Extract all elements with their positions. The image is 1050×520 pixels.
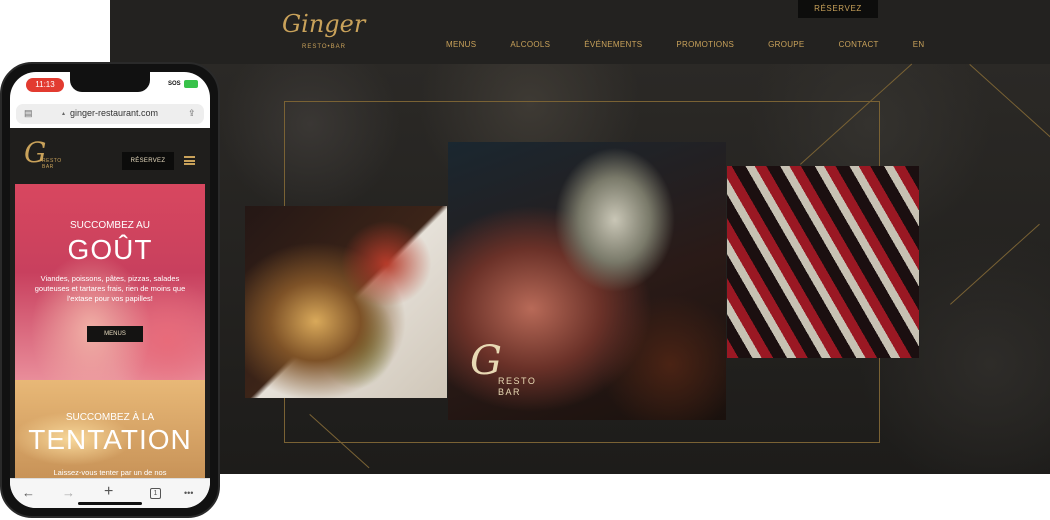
nav-item-contact[interactable]: CONTACT xyxy=(839,40,879,49)
nav-item-menus[interactable]: MENUS xyxy=(446,40,476,49)
sos-indicator: SOS xyxy=(168,81,181,87)
new-tab-icon[interactable]: + xyxy=(104,483,113,501)
photo-logo-line2: BAR xyxy=(498,387,522,397)
logo-subtitle: RESTO•BAR xyxy=(302,44,346,50)
hamburger-menu-icon[interactable] xyxy=(184,156,195,165)
site-logo[interactable]: Ginger RESTO•BAR xyxy=(282,10,366,54)
food-photo xyxy=(245,206,447,398)
language-toggle[interactable]: EN xyxy=(913,40,925,49)
cocktail-photo: G RESTO BAR xyxy=(448,142,726,420)
phone-notch xyxy=(70,72,150,92)
desktop-navbar: Ginger RESTO•BAR RÉSERVEZ MENUS ALCOOLS … xyxy=(110,0,1050,64)
card-kicker: SUCCOMBEZ AU xyxy=(69,220,150,231)
url-text[interactable]: ginger-restaurant.com xyxy=(70,108,158,118)
promo-card-gout: SUCCOMBEZ AU GOÛT Viandes, poissons, pât… xyxy=(15,184,205,380)
menus-button[interactable]: MENUS xyxy=(87,326,143,342)
phone-screen: 11:13 SOS ▤ ▴ ginger-restaurant.com ⇪ G … xyxy=(10,72,210,508)
mobile-logo[interactable]: G RESTO BAR xyxy=(24,136,61,170)
nav-item-alcools[interactable]: ALCOOLS xyxy=(510,40,550,49)
phone-mockup: 11:13 SOS ▤ ▴ ginger-restaurant.com ⇪ G … xyxy=(0,62,220,518)
mobile-page: G RESTO BAR RÉSERVEZ SUCCOMBEZ AU GOÛT V… xyxy=(10,128,210,478)
nav-item-promotions[interactable]: PROMOTIONS xyxy=(676,40,734,49)
mobile-logo-subtitle: RESTO BAR xyxy=(42,158,62,170)
decorative-gold-line xyxy=(969,64,1050,159)
address-bar[interactable]: ▤ ▴ ginger-restaurant.com ⇪ xyxy=(16,104,204,124)
home-indicator xyxy=(78,502,142,505)
photo-logo-line1: RESTO xyxy=(498,376,537,386)
hero-section: G RESTO BAR xyxy=(110,63,1050,474)
nav-item-groupe[interactable]: GROUPE xyxy=(768,40,804,49)
card-title: GOÛT xyxy=(67,234,153,265)
back-arrow-icon[interactable]: ← xyxy=(22,485,35,500)
card-text: Laissez-vous tenter par un de nos xyxy=(53,468,167,477)
wine-bottles-photo xyxy=(727,166,919,358)
desktop-website: Ginger RESTO•BAR RÉSERVEZ MENUS ALCOOLS … xyxy=(110,0,1050,474)
main-nav: MENUS ALCOOLS ÉVÉNEMENTS PROMOTIONS GROU… xyxy=(446,40,958,49)
card-title: TENTATION xyxy=(28,424,192,455)
logo-script-text: Ginger xyxy=(282,10,366,38)
photo-logo: G RESTO BAR xyxy=(470,338,535,397)
status-bar: 11:13 SOS xyxy=(10,72,210,96)
card-kicker: SUCCOMBEZ À LA xyxy=(65,412,155,423)
mobile-reserve-button[interactable]: RÉSERVEZ xyxy=(122,152,174,170)
forward-arrow-icon[interactable]: → xyxy=(62,485,75,500)
mobile-logo-line2: BAR xyxy=(42,164,54,170)
card-text: Viandes, poissons, pâtes, pizzas, salade… xyxy=(34,274,186,303)
status-time: 11:13 xyxy=(26,78,64,92)
promo-card-tentation: SUCCOMBEZ À LA TENTATION Laissez-vous te… xyxy=(15,380,205,478)
reserve-button[interactable]: RÉSERVEZ xyxy=(798,0,878,18)
decorative-gold-line xyxy=(950,223,1040,305)
mobile-header: G RESTO BAR RÉSERVEZ xyxy=(10,128,210,184)
more-options-icon[interactable]: ••• xyxy=(184,488,193,498)
battery-icon xyxy=(184,80,198,88)
share-icon[interactable]: ⇪ xyxy=(188,108,196,119)
reader-icon[interactable]: ▤ xyxy=(24,108,33,119)
lock-icon: ▴ xyxy=(62,111,66,117)
nav-item-evenements[interactable]: ÉVÉNEMENTS xyxy=(584,40,642,49)
tabs-icon[interactable]: 1 xyxy=(150,488,161,499)
photo-logo-subtitle: RESTO BAR xyxy=(498,376,536,398)
